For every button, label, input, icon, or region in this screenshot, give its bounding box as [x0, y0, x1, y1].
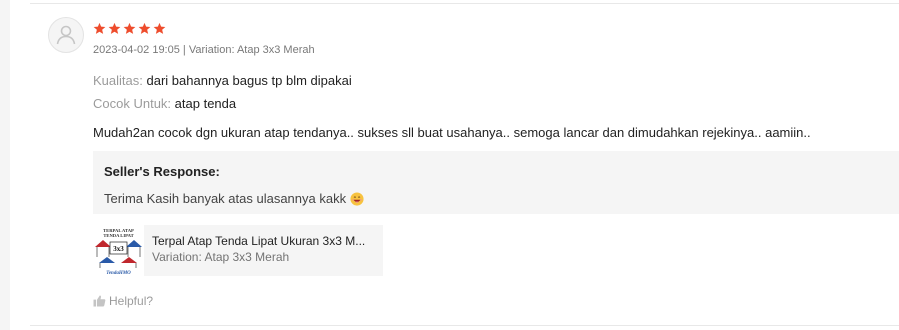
tent-product-image: TERPAL ATAP TENDA LIPAT 3x3 TendaHMO [93, 225, 144, 276]
seller-response: Seller's Response: Terima Kasih banyak a… [93, 151, 899, 214]
variation-value: Atap 3x3 Merah [236, 44, 315, 56]
top-divider [30, 3, 899, 4]
product-thumbnail: TERPAL ATAP TENDA LIPAT 3x3 TendaHMO [93, 225, 144, 276]
attribute-label: Cocok Untuk: [93, 96, 172, 111]
avatar[interactable] [48, 17, 84, 53]
product-card[interactable]: TERPAL ATAP TENDA LIPAT 3x3 TendaHMO Ter… [93, 225, 383, 276]
seller-response-body: Terima Kasih banyak atas ulasannya kakk [104, 191, 888, 206]
star-icon [108, 22, 121, 34]
review-timestamp: 2023-04-02 19:05 [93, 44, 180, 56]
attribute-label: Kualitas: [93, 73, 143, 88]
thumbs-up-icon [93, 295, 106, 307]
star-icon [138, 22, 151, 34]
seller-response-title: Seller's Response: [104, 164, 220, 179]
thumb-title-line2: TENDA LIPAT [103, 233, 133, 238]
variation-label: Variation: [188, 44, 237, 56]
attribute-value: dari bahannya bagus tp blm dipakai [146, 73, 352, 88]
seller-response-text: Terima Kasih banyak atas ulasannya kakk [104, 191, 347, 206]
star-icon [153, 22, 166, 34]
star-icon [93, 22, 106, 34]
rating-stars [93, 22, 166, 35]
star-icon [123, 22, 136, 34]
review-meta: 2023-04-02 19:05 | Variation: Atap 3x3 M… [93, 44, 315, 56]
product-info: Terpal Atap Tenda Lipat Ukuran 3x3 M... … [144, 225, 373, 276]
attribute-cocok-untuk: Cocok Untuk: atap tenda [93, 96, 236, 111]
thumb-brand: TendaHMO [106, 271, 131, 276]
product-variation: Variation: Atap 3x3 Merah [152, 250, 290, 264]
user-icon [56, 25, 76, 45]
smile-emoji-icon [350, 191, 364, 206]
attribute-kualitas: Kualitas: dari bahannya bagus tp blm dip… [93, 73, 352, 88]
product-name[interactable]: Terpal Atap Tenda Lipat Ukuran 3x3 M... [152, 234, 365, 248]
left-page-gutter [0, 0, 10, 330]
bottom-divider [30, 325, 899, 326]
helpful-label: Helpful? [109, 294, 154, 308]
attribute-value: atap tenda [174, 96, 237, 111]
review-comment: Mudah2an cocok dgn ukuran atap tendanya.… [93, 125, 811, 140]
thumb-size-label: 3x3 [113, 245, 124, 253]
helpful-button[interactable]: Helpful? [93, 294, 153, 308]
meta-separator: | [179, 44, 189, 56]
